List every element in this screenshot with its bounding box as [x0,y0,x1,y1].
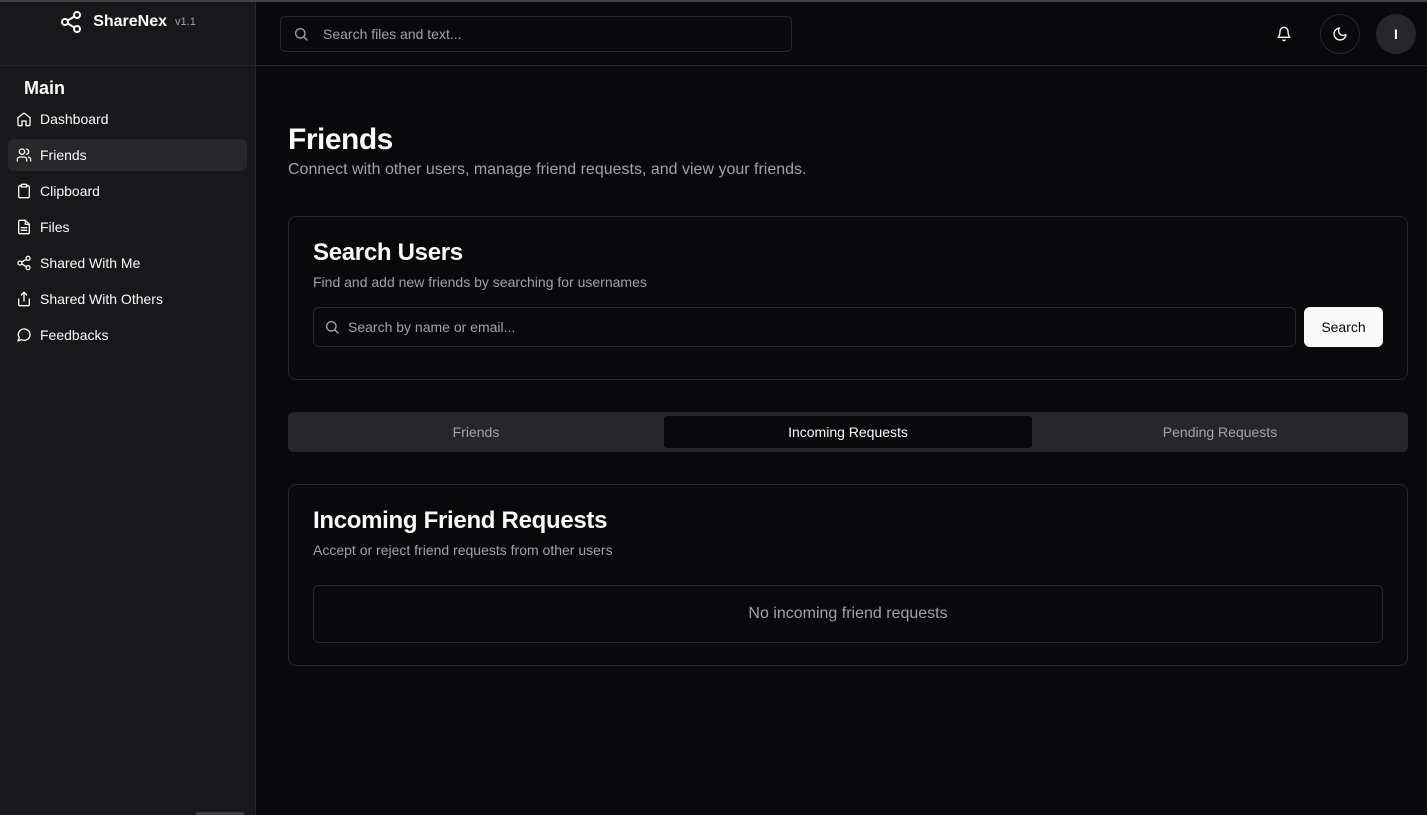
message-circle-icon [17,328,31,342]
sidebar-item-label: Shared With Others [40,291,163,307]
notifications-button[interactable] [1264,14,1304,54]
requests-card-title: Incoming Friend Requests [313,507,608,534]
search-icon [326,321,339,334]
users-icon [16,148,32,162]
sidebar-item-dashboard[interactable]: Dashboard [8,103,247,135]
friends-tabs: Friends Incoming Requests Pending Reques… [288,412,1408,452]
main-content: Friends Connect with other users, manage… [288,66,1408,666]
global-search[interactable] [280,16,792,52]
sidebar-item-label: Shared With Me [40,255,141,271]
file-text-icon [18,219,30,235]
search-icon [295,28,308,41]
user-search-row: Search [313,307,1383,347]
share-logo-icon [61,11,82,33]
nav-section-title: Main [24,78,66,98]
search-button[interactable]: Search [1304,307,1383,347]
sidebar-item-files[interactable]: Files [8,211,247,243]
upload-share-icon [18,291,30,307]
sidebar-item-shared-with-others[interactable]: Shared With Others [8,283,247,315]
clipboard-icon [18,183,30,199]
app-name: ShareNex [93,13,168,30]
search-card-subtitle: Find and add new friends by searching fo… [313,274,647,290]
page-subtitle: Connect with other users, manage friend … [288,161,807,178]
sidebar-item-clipboard[interactable]: Clipboard [8,175,247,207]
sidebar-item-feedbacks[interactable]: Feedbacks [8,319,247,351]
sidebar-item-label: Files [40,219,70,235]
top-header: I [256,2,1427,66]
sidebar-item-label: Dashboard [40,111,109,127]
sidebar-item-shared-with-me[interactable]: Shared With Me [8,247,247,279]
empty-state: No incoming friend requests [313,585,1383,643]
tab-pending-requests[interactable]: Pending Requests [1036,416,1404,448]
tab-friends[interactable]: Friends [292,416,660,448]
search-users-card: Search Users Find and add new friends by… [288,216,1408,380]
sidebar-nav: Dashboard Friends Clipboard Files Shared… [0,103,255,351]
user-search-field[interactable] [313,307,1296,347]
user-search-input[interactable] [348,319,748,335]
incoming-requests-card: Incoming Friend Requests Accept or rejec… [288,484,1408,666]
global-search-input[interactable] [323,26,723,42]
requests-card-subtitle: Accept or reject friend requests from ot… [313,542,613,558]
share-icon [17,255,31,271]
theme-toggle-button[interactable] [1320,14,1360,54]
moon-icon [1333,27,1347,41]
sidebar-item-label: Feedbacks [40,327,109,343]
home-icon [17,112,31,127]
sidebar-item-label: Clipboard [40,183,100,199]
search-card-title: Search Users [313,239,463,266]
page-title: Friends [288,123,393,156]
sidebar: ShareNex v1.1 Main Dashboard Friends Cli… [0,2,256,815]
app-version: v1.1 [175,16,196,28]
brand[interactable]: ShareNex v1.1 [0,2,255,66]
sidebar-item-friends[interactable]: Friends [8,139,247,171]
tab-incoming-requests[interactable]: Incoming Requests [664,416,1032,448]
sidebar-item-label: Friends [40,147,87,163]
bell-icon [1277,26,1291,42]
user-avatar[interactable]: I [1376,14,1416,54]
